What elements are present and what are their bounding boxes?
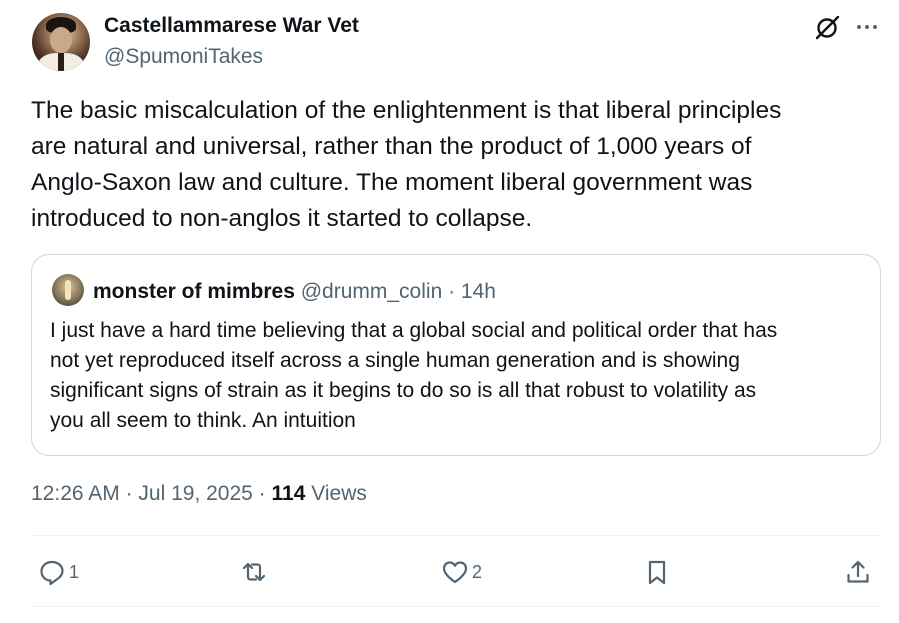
like-icon — [442, 561, 468, 584]
quote-text: I just have a hard time believing that a… — [50, 319, 778, 432]
separator: · — [119, 482, 139, 505]
retweet-button[interactable] — [240, 555, 268, 589]
author-avatar[interactable] — [32, 13, 90, 71]
tweet-date[interactable]: Jul 19, 2025 — [138, 482, 252, 505]
views-label: Views — [305, 482, 367, 505]
reply-icon — [40, 560, 64, 586]
share-icon — [847, 560, 869, 583]
quote-author-display-name[interactable]: monster of mimbres — [93, 280, 295, 303]
share-button[interactable] — [844, 555, 872, 589]
reply-count: 1 — [69, 561, 80, 582]
tweet-metadata: 12:26 AM · Jul 19, 2025 · 114 Views — [31, 482, 367, 506]
quoted-tweet[interactable]: monster of mimbres @drumm_colin · 14h I … — [31, 254, 881, 456]
author-handle[interactable]: @SpumoniTakes — [104, 45, 263, 69]
like-count: 2 — [472, 561, 483, 582]
divider — [31, 535, 881, 536]
grok-icon[interactable] — [813, 13, 841, 41]
author-display-name[interactable]: Castellammarese War Vet — [104, 14, 359, 38]
tweet-detail: Castellammarese War Vet @SpumoniTakes Th… — [0, 0, 899, 623]
bookmark-button[interactable] — [643, 555, 671, 589]
tweet-time[interactable]: 12:26 AM — [31, 482, 120, 505]
bookmark-icon — [648, 560, 666, 585]
views-count: 114 — [271, 482, 306, 505]
divider — [31, 606, 881, 607]
reply-button[interactable]: 1 — [38, 555, 79, 589]
retweet-icon — [242, 562, 266, 582]
separator: · — [252, 482, 272, 505]
quote-author-meta: @drumm_colin · 14h — [294, 280, 496, 303]
more-icon[interactable] — [853, 13, 881, 41]
like-button[interactable]: 2 — [441, 555, 482, 589]
quote-author-avatar[interactable] — [52, 274, 84, 306]
quote-header: monster of mimbres @drumm_colin · 14h — [93, 279, 496, 305]
tweet-text: The basic miscalculation of the enlighte… — [31, 97, 782, 232]
